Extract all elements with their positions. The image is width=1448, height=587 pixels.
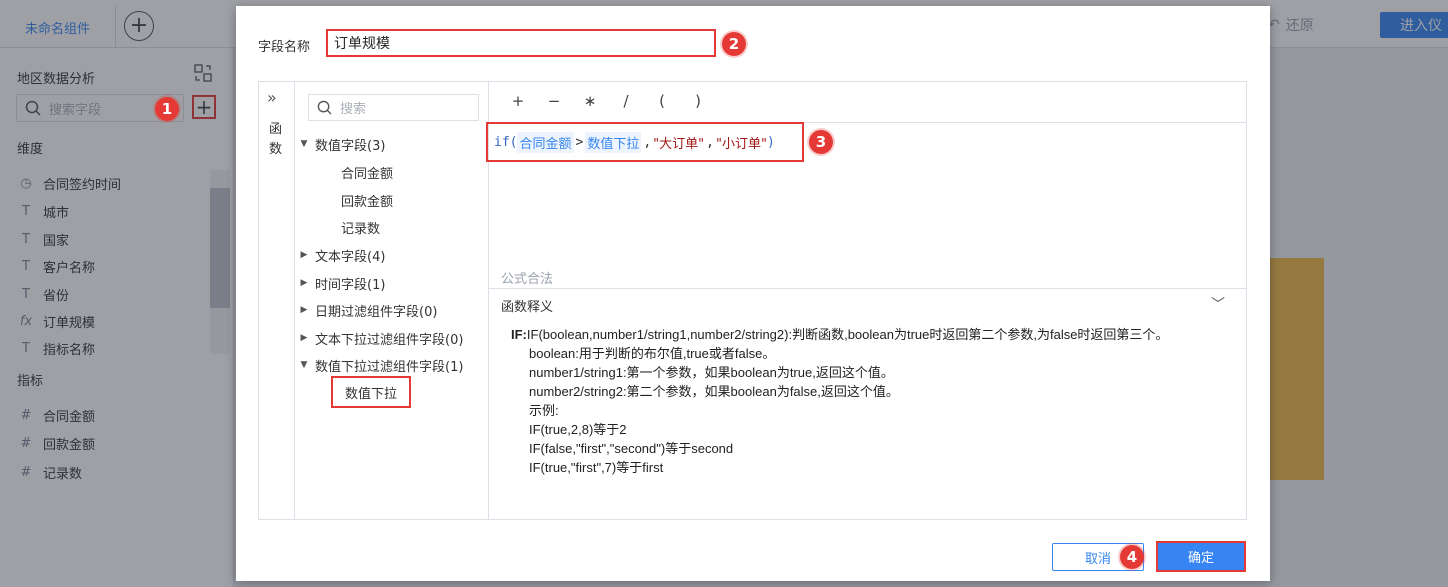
- tree-group-label: 时间字段(1): [315, 277, 386, 293]
- op-close-paren-button[interactable]: ): [691, 92, 705, 110]
- tree-leaf-contract-amount[interactable]: 合同金额: [341, 162, 393, 182]
- formula-string: "小订单": [715, 136, 767, 152]
- explain-line: IF(false,"first","second")等于second: [529, 441, 734, 456]
- search-placeholder: 搜索: [340, 102, 367, 117]
- expand-icon: »: [267, 88, 277, 107]
- field-name-input[interactable]: 订单规模: [326, 29, 716, 57]
- field-name-label: 字段名称: [258, 40, 311, 55]
- formula-string: "大订单": [653, 136, 705, 152]
- operator-bar: + − ∗ / ( ): [511, 92, 705, 110]
- op-minus-button[interactable]: −: [547, 92, 561, 110]
- explain-line: IF(boolean,number1/string1,number2/strin…: [526, 327, 1169, 342]
- formula-editor: » 函数 搜索 ▼ 数值字段(3) 合同金额 回款金额 记录数 ▶ 文本字段(4…: [258, 81, 1247, 520]
- caret-right-icon: ▶: [300, 305, 308, 315]
- caret-down-icon: ▼: [300, 139, 308, 149]
- formula-function: if(: [494, 134, 518, 150]
- caret-right-icon: ▶: [300, 250, 308, 260]
- caret-right-icon: ▶: [300, 278, 308, 288]
- formula-field-token: 数值下拉: [585, 131, 642, 153]
- tree-group-label: 数值下拉过滤组件字段(1): [315, 359, 464, 375]
- explain-line: number1/string1:第一个参数，如果boolean为true,返回这…: [529, 365, 894, 380]
- chevron-down-icon[interactable]: ﹀: [1211, 294, 1225, 314]
- tree-group-date-filter[interactable]: ▶ 日期过滤组件字段(0): [299, 300, 438, 320]
- function-label: 函数: [269, 122, 283, 157]
- tree-leaf-record-count[interactable]: 记录数: [341, 217, 380, 237]
- formula-comma: ,: [643, 134, 652, 150]
- explain-head: IF:: [511, 327, 527, 342]
- op-multiply-button[interactable]: ∗: [583, 92, 597, 110]
- formula-comma: ,: [706, 134, 714, 150]
- step-badge-4: 4: [1120, 545, 1144, 569]
- tree-group-num-filter[interactable]: ▼ 数值下拉过滤组件字段(1): [299, 355, 464, 375]
- field-search-input[interactable]: 搜索: [308, 94, 479, 121]
- formula-area: + − ∗ / ( ) if( 合同金额 > 数值下拉 , "大订单" , "小…: [486, 82, 1246, 519]
- formula-operator: >: [575, 134, 584, 150]
- explain-line: number2/string2:第二个参数，如果boolean为false,返回…: [529, 384, 899, 399]
- tree-group-label: 日期过滤组件字段(0): [315, 304, 438, 320]
- formula-valid-status: 公式合法: [501, 272, 554, 287]
- field-list-column: 搜索 ▼ 数值字段(3) 合同金额 回款金额 记录数 ▶ 文本字段(4) ▶ 时…: [295, 82, 489, 519]
- tree-group-label: 文本字段(4): [315, 249, 386, 265]
- caret-right-icon: ▶: [300, 333, 308, 343]
- tree-group-numeric[interactable]: ▼ 数值字段(3): [299, 134, 386, 154]
- tree-group-text-filter[interactable]: ▶ 文本下拉过滤组件字段(0): [299, 328, 464, 348]
- function-explain-body: IF:IF(boolean,number1/string1,number2/st…: [511, 325, 1241, 477]
- formula-dialog: 字段名称 订单规模 2 » 函数 搜索 ▼ 数值字段(3) 合同金额 回款金额 …: [236, 6, 1270, 581]
- step-badge-3: 3: [809, 130, 833, 154]
- explain-line: 示例:: [529, 403, 559, 418]
- tree-group-label: 文本下拉过滤组件字段(0): [315, 332, 464, 348]
- function-explain-title: 函数释义: [501, 300, 554, 315]
- explain-line: boolean:用于判断的布尔值,true或者false。: [529, 346, 776, 361]
- function-panel-toggle[interactable]: » 函数: [259, 82, 295, 519]
- formula-close-paren: ): [766, 134, 775, 150]
- explain-line: IF(true,"first",7)等于first: [529, 460, 664, 475]
- confirm-button[interactable]: 确定: [1156, 541, 1246, 572]
- tree-group-text[interactable]: ▶ 文本字段(4): [299, 245, 386, 265]
- tree-leaf-payment-amount[interactable]: 回款金额: [341, 190, 393, 210]
- caret-down-icon: ▼: [300, 360, 308, 370]
- step-badge-1: 1: [155, 97, 179, 121]
- divider: [489, 288, 1246, 289]
- tree-group-time[interactable]: ▶ 时间字段(1): [299, 273, 386, 293]
- op-open-paren-button[interactable]: (: [655, 92, 669, 110]
- op-divide-button[interactable]: /: [619, 92, 633, 110]
- op-plus-button[interactable]: +: [511, 92, 525, 110]
- formula-field-token: 合同金额: [517, 131, 574, 153]
- formula-input[interactable]: if( 合同金额 > 数值下拉 , "大订单" , "小订单" ): [486, 122, 804, 162]
- tree-group-label: 数值字段(3): [315, 138, 386, 154]
- tree-leaf-numeric-dropdown[interactable]: 数值下拉: [331, 376, 411, 408]
- search-icon: [317, 100, 332, 115]
- step-badge-2: 2: [722, 32, 746, 56]
- explain-line: IF(true,2,8)等于2: [529, 422, 627, 437]
